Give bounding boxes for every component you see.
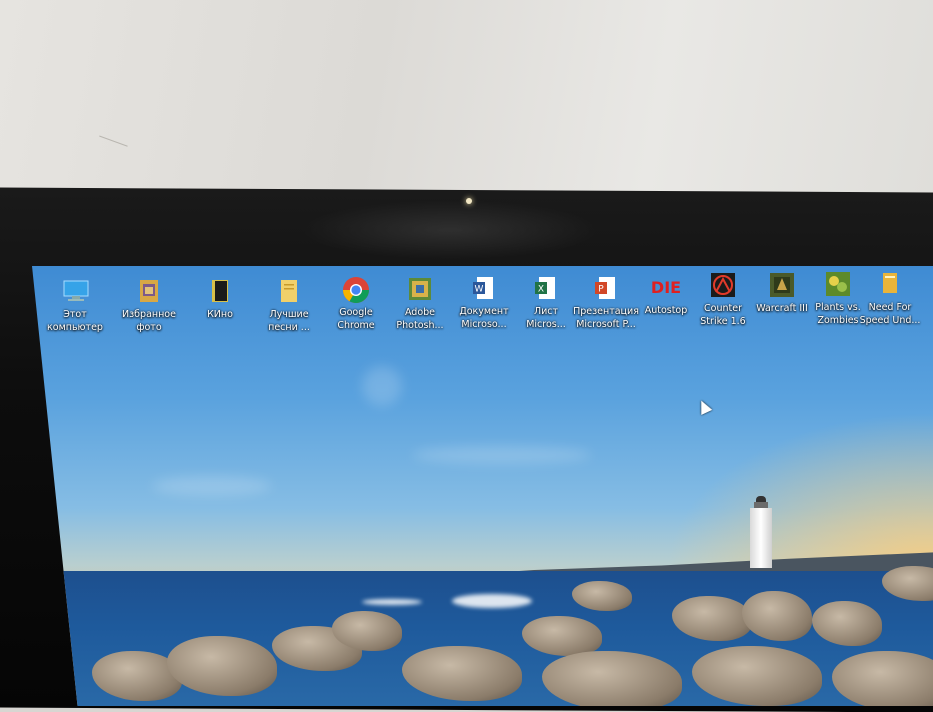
counter-strike-icon bbox=[709, 272, 737, 298]
word-doc-icon: W bbox=[470, 275, 498, 301]
folder-songs-icon bbox=[275, 278, 303, 304]
desktop-icon-favorites-photos[interactable]: Избранное фото bbox=[112, 278, 186, 334]
this-pc-icon bbox=[61, 278, 89, 304]
svg-text:X: X bbox=[538, 285, 544, 295]
desktop-icon-kino[interactable]: КИно bbox=[183, 278, 257, 321]
svg-text:DIE: DIE bbox=[652, 278, 680, 297]
autostop-game-icon: DIE bbox=[651, 274, 681, 300]
wall-background bbox=[0, 0, 933, 200]
desktop-icon-this-pc[interactable]: Этот компьютер bbox=[38, 278, 112, 334]
need-for-speed-icon bbox=[876, 271, 904, 297]
desktop-icon-best-songs[interactable]: Лучшие песни ... bbox=[252, 278, 326, 334]
desktop-icon-adobe-photoshop[interactable]: Adobe Photosh... bbox=[383, 276, 457, 332]
plants-vs-zombies-icon bbox=[824, 271, 852, 297]
cloud bbox=[152, 476, 272, 496]
warcraft-icon bbox=[768, 272, 796, 298]
svg-text:W: W bbox=[475, 285, 484, 295]
folder-movies-icon bbox=[206, 278, 234, 304]
svg-text:P: P bbox=[598, 285, 604, 295]
folder-photos-icon bbox=[135, 278, 163, 304]
rocky-shore bbox=[72, 556, 933, 706]
chrome-icon bbox=[342, 276, 370, 303]
photoshop-icon bbox=[406, 276, 434, 302]
power-led bbox=[466, 198, 472, 204]
excel-sheet-icon: X bbox=[532, 275, 560, 301]
desktop-icon-need-for-speed[interactable]: Need For Speed Und... bbox=[853, 271, 927, 327]
powerpoint-icon: P bbox=[592, 275, 620, 301]
cloud bbox=[362, 366, 402, 406]
desktop-icon-google-chrome[interactable]: Google Chrome bbox=[319, 276, 393, 332]
bezel-glare bbox=[300, 200, 600, 260]
cloud bbox=[412, 446, 592, 464]
